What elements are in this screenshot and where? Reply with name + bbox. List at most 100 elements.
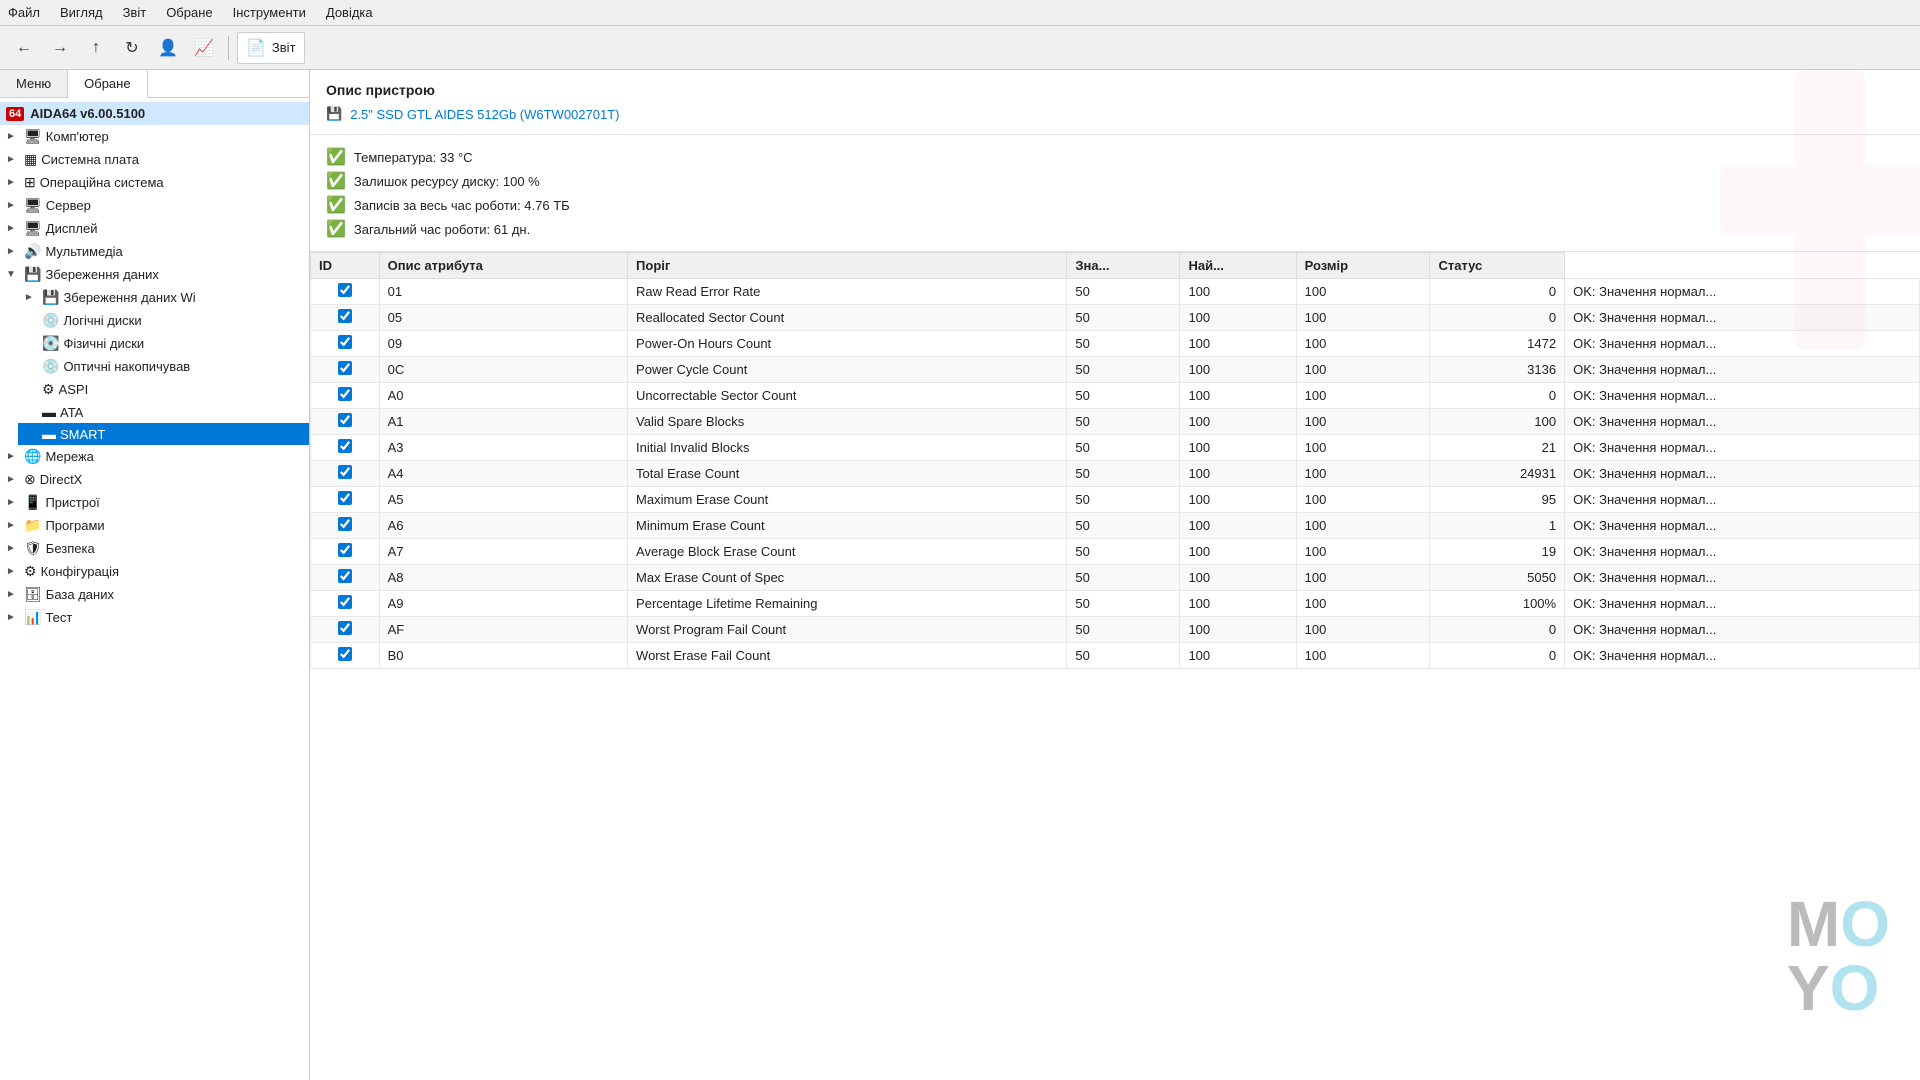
sidebar-item-network[interactable]: ► 🌐 Мережа (0, 445, 309, 468)
row-checkbox[interactable] (338, 621, 352, 635)
sidebar-item-config[interactable]: ► ⚙ Конфігурація (0, 560, 309, 583)
cell-desc: Average Block Erase Count (628, 539, 1067, 565)
cell-raw: 1472 (1430, 331, 1565, 357)
report-icon: 📄 (246, 38, 266, 58)
cell-raw: 19 (1430, 539, 1565, 565)
cell-status: OK: Значення нормал... (1565, 487, 1920, 513)
table-row[interactable]: A3Initial Invalid Blocks5010010021OK: Зн… (311, 435, 1920, 461)
row-checkbox[interactable] (338, 465, 352, 479)
cell-id: B0 (379, 643, 627, 669)
row-checkbox[interactable] (338, 387, 352, 401)
cell-value: 100 (1180, 539, 1296, 565)
cell-desc: Maximum Erase Count (628, 487, 1067, 513)
devices-label: Пристрої (45, 495, 99, 510)
sidebar-item-logical[interactable]: ► 💿 Логічні диски (18, 309, 309, 332)
cell-worst: 100 (1296, 383, 1430, 409)
refresh-button[interactable]: ↻ (116, 32, 148, 64)
sidebar-item-multimedia[interactable]: ► 🔊 Мультимедіа (0, 240, 309, 263)
tab-menu[interactable]: Меню (0, 70, 68, 97)
row-checkbox[interactable] (338, 647, 352, 661)
table-row[interactable]: B0Worst Erase Fail Count501001000OK: Зна… (311, 643, 1920, 669)
sidebar-item-security[interactable]: ► 🛡 Безпека (0, 537, 309, 560)
sidebar-item-smart[interactable]: ► ▬ SMART (18, 423, 309, 445)
sidebar-item-optical[interactable]: ► 💿 Оптичні накопичував (18, 355, 309, 378)
cell-value: 100 (1180, 357, 1296, 383)
row-checkbox[interactable] (338, 283, 352, 297)
row-checkbox[interactable] (338, 361, 352, 375)
table-row[interactable]: AFWorst Program Fail Count501001000OK: З… (311, 617, 1920, 643)
menu-help[interactable]: Довідка (326, 5, 373, 20)
row-checkbox[interactable] (338, 543, 352, 557)
cell-threshold: 50 (1067, 565, 1180, 591)
table-row[interactable]: A4Total Erase Count5010010024931OK: Знач… (311, 461, 1920, 487)
table-row[interactable]: A1Valid Spare Blocks50100100100OK: Значе… (311, 409, 1920, 435)
sidebar-item-ata[interactable]: ► ▬ ATA (18, 401, 309, 423)
table-row[interactable]: A9Percentage Lifetime Remaining501001001… (311, 591, 1920, 617)
forward-button[interactable]: → (44, 32, 76, 64)
cell-raw: 1 (1430, 513, 1565, 539)
app-title-row[interactable]: 64 AIDA64 v6.00.5100 (0, 102, 309, 125)
row-checkbox[interactable] (338, 595, 352, 609)
sidebar-item-test[interactable]: ► 📊 Тест (0, 606, 309, 629)
server-icon: 🖥 (24, 197, 42, 214)
ata-label: ATA (60, 405, 83, 420)
sidebar-item-directx[interactable]: ► ⊗ DirectX (0, 468, 309, 491)
sidebar-item-aspi[interactable]: ► ⚙ ASPI (18, 378, 309, 401)
cell-status: OK: Значення нормал... (1565, 565, 1920, 591)
table-row[interactable]: 01Raw Read Error Rate501001000OK: Значен… (311, 279, 1920, 305)
cell-status: OK: Значення нормал... (1565, 513, 1920, 539)
row-checkbox[interactable] (338, 491, 352, 505)
chevron-right-icon: ► (6, 246, 20, 257)
chevron-right-icon: ► (6, 589, 20, 600)
status-writes: ✅ Записів за весь час роботи: 4.76 ТБ (326, 193, 1904, 217)
sidebar-item-database[interactable]: ► 🗄 База даних (0, 583, 309, 606)
back-button[interactable]: ← (8, 32, 40, 64)
table-row[interactable]: A0Uncorrectable Sector Count501001000OK:… (311, 383, 1920, 409)
cell-desc: Max Erase Count of Spec (628, 565, 1067, 591)
table-row[interactable]: 0CPower Cycle Count501001003136OK: Значе… (311, 357, 1920, 383)
menu-report[interactable]: Звіт (123, 5, 147, 20)
row-checkbox[interactable] (338, 335, 352, 349)
app-logo: 64 (6, 107, 24, 121)
sidebar-item-devices[interactable]: ► 📱 Пристрої (0, 491, 309, 514)
sidebar-item-server[interactable]: ► 🖥 Сервер (0, 194, 309, 217)
cell-raw: 0 (1430, 305, 1565, 331)
menu-tools[interactable]: Інструменти (233, 5, 306, 20)
sidebar-item-os[interactable]: ► ⊞ Операційна система (0, 171, 309, 194)
menu-file[interactable]: Файл (8, 5, 40, 20)
sidebar-item-storage-wi[interactable]: ► 💾 Збереження даних Wi (18, 286, 309, 309)
sidebar-item-computer[interactable]: ► 🖥 Комп'ютер (0, 125, 309, 148)
report-button[interactable]: 📄 Звіт (237, 32, 305, 64)
up-button[interactable]: ↑ (80, 32, 112, 64)
row-checkbox[interactable] (338, 439, 352, 453)
chart-button[interactable]: 📈 (188, 32, 220, 64)
cell-value: 100 (1180, 513, 1296, 539)
user-button[interactable]: 👤 (152, 32, 184, 64)
sidebar-item-display[interactable]: ► 🖥 Дисплей (0, 217, 309, 240)
table-row[interactable]: 05Reallocated Sector Count501001000OK: З… (311, 305, 1920, 331)
storage-wi-icon: 💾 (42, 289, 59, 306)
cell-raw: 0 (1430, 383, 1565, 409)
tab-favorites[interactable]: Обране (68, 70, 147, 98)
row-checkbox[interactable] (338, 569, 352, 583)
chevron-right-icon: ► (6, 154, 20, 165)
cell-raw: 0 (1430, 643, 1565, 669)
menu-view[interactable]: Вигляд (60, 5, 103, 20)
sidebar-item-storage[interactable]: ▼ 💾 Збереження даних (0, 263, 309, 286)
sidebar-item-programs[interactable]: ► 📁 Програми (0, 514, 309, 537)
row-checkbox[interactable] (338, 413, 352, 427)
cell-id: 09 (379, 331, 627, 357)
cell-value: 100 (1180, 461, 1296, 487)
table-row[interactable]: A7Average Block Erase Count5010010019OK:… (311, 539, 1920, 565)
cell-threshold: 50 (1067, 643, 1180, 669)
table-row[interactable]: 09Power-On Hours Count501001001472OK: Зн… (311, 331, 1920, 357)
cell-value: 100 (1180, 383, 1296, 409)
table-row[interactable]: A6Minimum Erase Count501001001OK: Значен… (311, 513, 1920, 539)
menu-favorites[interactable]: Обране (166, 5, 212, 20)
row-checkbox[interactable] (338, 517, 352, 531)
table-row[interactable]: A8Max Erase Count of Spec501001005050OK:… (311, 565, 1920, 591)
table-row[interactable]: A5Maximum Erase Count5010010095OK: Значе… (311, 487, 1920, 513)
sidebar-item-physical[interactable]: ► 💽 Фізичні диски (18, 332, 309, 355)
row-checkbox[interactable] (338, 309, 352, 323)
sidebar-item-motherboard[interactable]: ► ▦ Системна плата (0, 148, 309, 171)
